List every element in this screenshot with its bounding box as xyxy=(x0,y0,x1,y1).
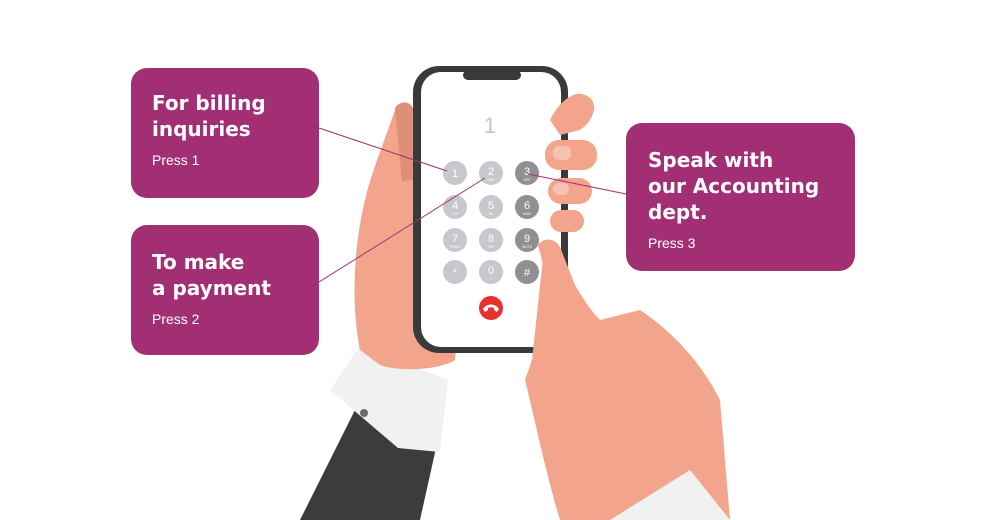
keypad-key-digit: 4 xyxy=(452,200,458,212)
cuff-button xyxy=(360,409,368,417)
nail-2 xyxy=(553,183,569,195)
callout-payment: To make a payment Press 2 xyxy=(131,225,319,355)
callout-billing-subtitle: Press 1 xyxy=(152,152,200,168)
finger-1 xyxy=(545,140,597,170)
callout-billing-title: For billing inquiries xyxy=(152,91,266,141)
keypad-key-letters: PQRS xyxy=(450,245,461,249)
keypad-key-digit: 5 xyxy=(488,200,494,212)
keypad-key-letters: ABC xyxy=(487,178,495,182)
keypad-key-digit: 8 xyxy=(488,233,494,245)
keypad-key-digit: 0 xyxy=(488,265,494,277)
keypad-key-digit: 9 xyxy=(524,233,530,245)
keypad-key-digit: 2 xyxy=(488,166,494,178)
callout-accounting: Speak with our Accounting dept. Press 3 xyxy=(626,123,855,271)
callout-accounting-title: Speak with our Accounting dept. xyxy=(648,148,820,224)
keypad-key-digit: 1 xyxy=(452,168,458,180)
keypad-key-letters: MNO xyxy=(523,212,531,216)
callout-payment-title: To make a payment xyxy=(152,250,271,300)
dialed-number: 1 xyxy=(484,113,496,138)
keypad-key-letters: WXYZ xyxy=(522,245,533,249)
callout-accounting-subtitle: Press 3 xyxy=(648,235,696,251)
keypad-key-letters: DEF xyxy=(524,178,531,182)
keypad-key-letters: + xyxy=(490,277,492,281)
keypad-key-letters: TUV xyxy=(488,245,496,249)
keypad-key-letters: GHI xyxy=(452,212,458,216)
keypad-key-digit: * xyxy=(453,267,458,279)
keypad-key-digit: # xyxy=(524,267,531,279)
nail-1 xyxy=(553,146,571,160)
end-call-button[interactable] xyxy=(479,296,503,320)
finger-3 xyxy=(550,210,584,232)
keypad-key-digit: 6 xyxy=(524,200,530,212)
callout-billing: For billing inquiries Press 1 xyxy=(131,68,319,198)
callout-payment-subtitle: Press 2 xyxy=(152,311,200,327)
keypad-key-digit: 3 xyxy=(524,166,530,178)
keypad-key-digit: 7 xyxy=(452,233,458,245)
keypad-key-letters: JKL xyxy=(488,212,494,216)
phone-notch xyxy=(463,70,521,80)
